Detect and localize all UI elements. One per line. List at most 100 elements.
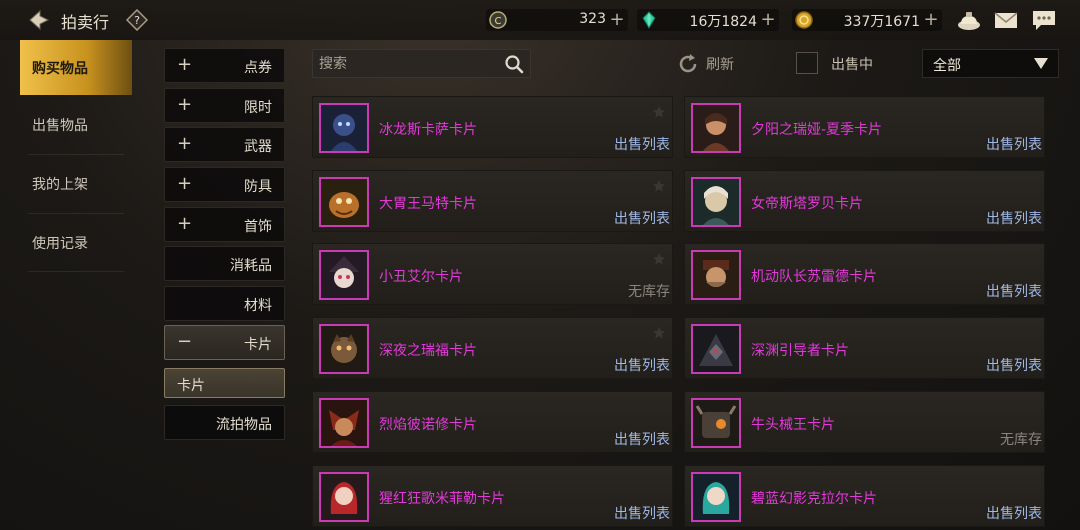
left-nav: 购买物品 出售物品 我的上架 使用记录 <box>20 40 132 530</box>
card-name: 烈焰彼诺修卡片 <box>379 417 477 433</box>
nav-divider <box>28 213 124 214</box>
category-label: 流拍物品 <box>216 417 272 433</box>
add-currency-c-button[interactable]: + <box>608 9 626 30</box>
category-materials[interactable]: 材料 <box>164 286 285 321</box>
card-item[interactable]: 猩红狂歌米菲勒卡片 出售列表 <box>312 465 673 527</box>
shop-bag-icon[interactable] <box>956 8 982 32</box>
card-item[interactable]: 碧蓝幻影克拉尔卡片 出售列表 <box>684 465 1045 527</box>
card-item[interactable]: 女帝斯塔罗贝卡片 出售列表 <box>684 170 1045 232</box>
nav-usage-records[interactable]: 使用记录 <box>20 215 132 270</box>
help-icon[interactable]: ? <box>125 8 149 32</box>
card-item[interactable]: 夕阳之瑞娅-夏季卡片 出售列表 <box>684 96 1045 158</box>
card-item[interactable]: 大胃王马特卡片 出售列表 <box>312 170 673 232</box>
card-item[interactable]: 深夜之瑞福卡片 出售列表 <box>312 317 673 379</box>
sale-list-link[interactable]: 出售列表 <box>986 503 1042 523</box>
favorite-star-icon[interactable] <box>652 178 666 192</box>
category-accessories[interactable]: + 首饰 <box>164 207 285 242</box>
collapse-icon: − <box>177 331 193 352</box>
gold-icon <box>794 10 814 30</box>
card-item[interactable]: 机动队长苏雷德卡片 出售列表 <box>684 243 1045 305</box>
sale-list-link[interactable]: 出售列表 <box>614 429 670 449</box>
category-unsold-items[interactable]: 流拍物品 <box>164 405 285 440</box>
coin-c-icon: C <box>488 10 508 30</box>
card-item[interactable]: 牛头械王卡片 无库存 <box>684 391 1045 453</box>
card-item[interactable]: 深渊引导者卡片 出售列表 <box>684 317 1045 379</box>
card-thumbnail <box>691 250 741 300</box>
mail-icon[interactable] <box>993 8 1019 32</box>
currency-gold-value: 337万1671 <box>843 14 920 30</box>
sale-list-link[interactable]: 出售列表 <box>614 503 670 523</box>
currency-c-value: 323 <box>579 11 606 27</box>
card-item[interactable]: 冰龙斯卡萨卡片 出售列表 <box>312 96 673 158</box>
expand-icon: + <box>177 213 193 234</box>
category-weapons[interactable]: + 武器 <box>164 127 285 162</box>
card-item[interactable]: 烈焰彼诺修卡片 出售列表 <box>312 391 673 453</box>
card-name: 猩红狂歌米菲勒卡片 <box>379 491 505 507</box>
category-label: 防具 <box>244 179 272 195</box>
add-currency-gem-button[interactable]: + <box>759 9 777 30</box>
expand-icon: + <box>177 133 193 154</box>
filter-selected-value: 全部 <box>933 58 961 74</box>
category-limited[interactable]: + 限时 <box>164 88 285 123</box>
sale-list-link[interactable]: 出售列表 <box>614 208 670 228</box>
sale-list-link[interactable]: 出售列表 <box>986 281 1042 301</box>
sale-list-link[interactable]: 出售列表 <box>614 355 670 375</box>
category-consumables[interactable]: 消耗品 <box>164 246 285 281</box>
card-thumbnail <box>319 324 369 374</box>
sale-list-link[interactable]: 出售列表 <box>986 208 1042 228</box>
card-name: 大胃王马特卡片 <box>379 196 477 212</box>
card-thumbnail <box>691 103 741 153</box>
favorite-star-icon[interactable] <box>652 251 666 265</box>
search-icon[interactable] <box>504 54 524 74</box>
card-thumbnail <box>691 177 741 227</box>
category-armor[interactable]: + 防具 <box>164 167 285 202</box>
on-sale-label: 出售中 <box>831 57 873 73</box>
subcategory-cards[interactable]: 卡片 <box>164 368 285 398</box>
card-name: 深夜之瑞福卡片 <box>379 343 477 359</box>
top-bar: 拍卖行 ? C 323 + 16万1824 + 337万1671 + <box>0 0 1080 40</box>
card-thumbnail <box>319 177 369 227</box>
category-vouchers[interactable]: + 点券 <box>164 48 285 83</box>
refresh-icon <box>676 52 700 80</box>
category-label: 卡片 <box>244 337 272 353</box>
category-cards[interactable]: − 卡片 <box>164 325 285 360</box>
category-label: 首饰 <box>244 219 272 235</box>
category-label: 消耗品 <box>230 258 272 274</box>
nav-my-listings[interactable]: 我的上架 <box>20 156 132 211</box>
add-currency-gold-button[interactable]: + <box>922 9 940 30</box>
currency-c: C 323 + <box>486 9 628 31</box>
sale-list-link[interactable]: 出售列表 <box>986 134 1042 154</box>
card-thumbnail <box>691 472 741 522</box>
dropdown-arrow-icon <box>1034 58 1048 69</box>
card-thumbnail <box>319 250 369 300</box>
category-label: 武器 <box>244 139 272 155</box>
nav-buy-items[interactable]: 购买物品 <box>20 40 132 95</box>
card-item[interactable]: 小丑艾尔卡片 无库存 <box>312 243 673 305</box>
refresh-label: 刷新 <box>706 57 734 73</box>
filter-dropdown[interactable]: 全部 <box>922 49 1059 78</box>
card-name: 冰龙斯卡萨卡片 <box>379 122 477 138</box>
nav-sell-items[interactable]: 出售物品 <box>20 97 132 152</box>
svg-text:?: ? <box>134 14 140 27</box>
search-box <box>312 49 531 78</box>
card-thumbnail <box>319 103 369 153</box>
sale-list-link[interactable]: 出售列表 <box>614 134 670 154</box>
back-arrow-icon[interactable] <box>26 8 52 32</box>
page-title: 拍卖行 <box>61 13 110 32</box>
sale-list-link[interactable]: 出售列表 <box>986 355 1042 375</box>
currency-gold: 337万1671 + <box>792 9 942 31</box>
expand-icon: + <box>177 54 193 75</box>
favorite-star-icon[interactable] <box>652 104 666 118</box>
favorite-star-icon[interactable] <box>652 325 666 339</box>
card-name: 牛头械王卡片 <box>751 417 835 433</box>
category-label: 材料 <box>244 298 272 314</box>
card-thumbnail <box>319 472 369 522</box>
card-thumbnail <box>319 398 369 448</box>
on-sale-checkbox[interactable] <box>796 52 818 74</box>
chat-icon[interactable] <box>1031 8 1057 32</box>
currency-gem-value: 16万1824 <box>689 14 757 30</box>
out-of-stock-label: 无库存 <box>1000 432 1042 448</box>
category-label: 限时 <box>244 100 272 116</box>
card-name: 机动队长苏雷德卡片 <box>751 269 877 285</box>
search-input[interactable] <box>319 54 499 74</box>
